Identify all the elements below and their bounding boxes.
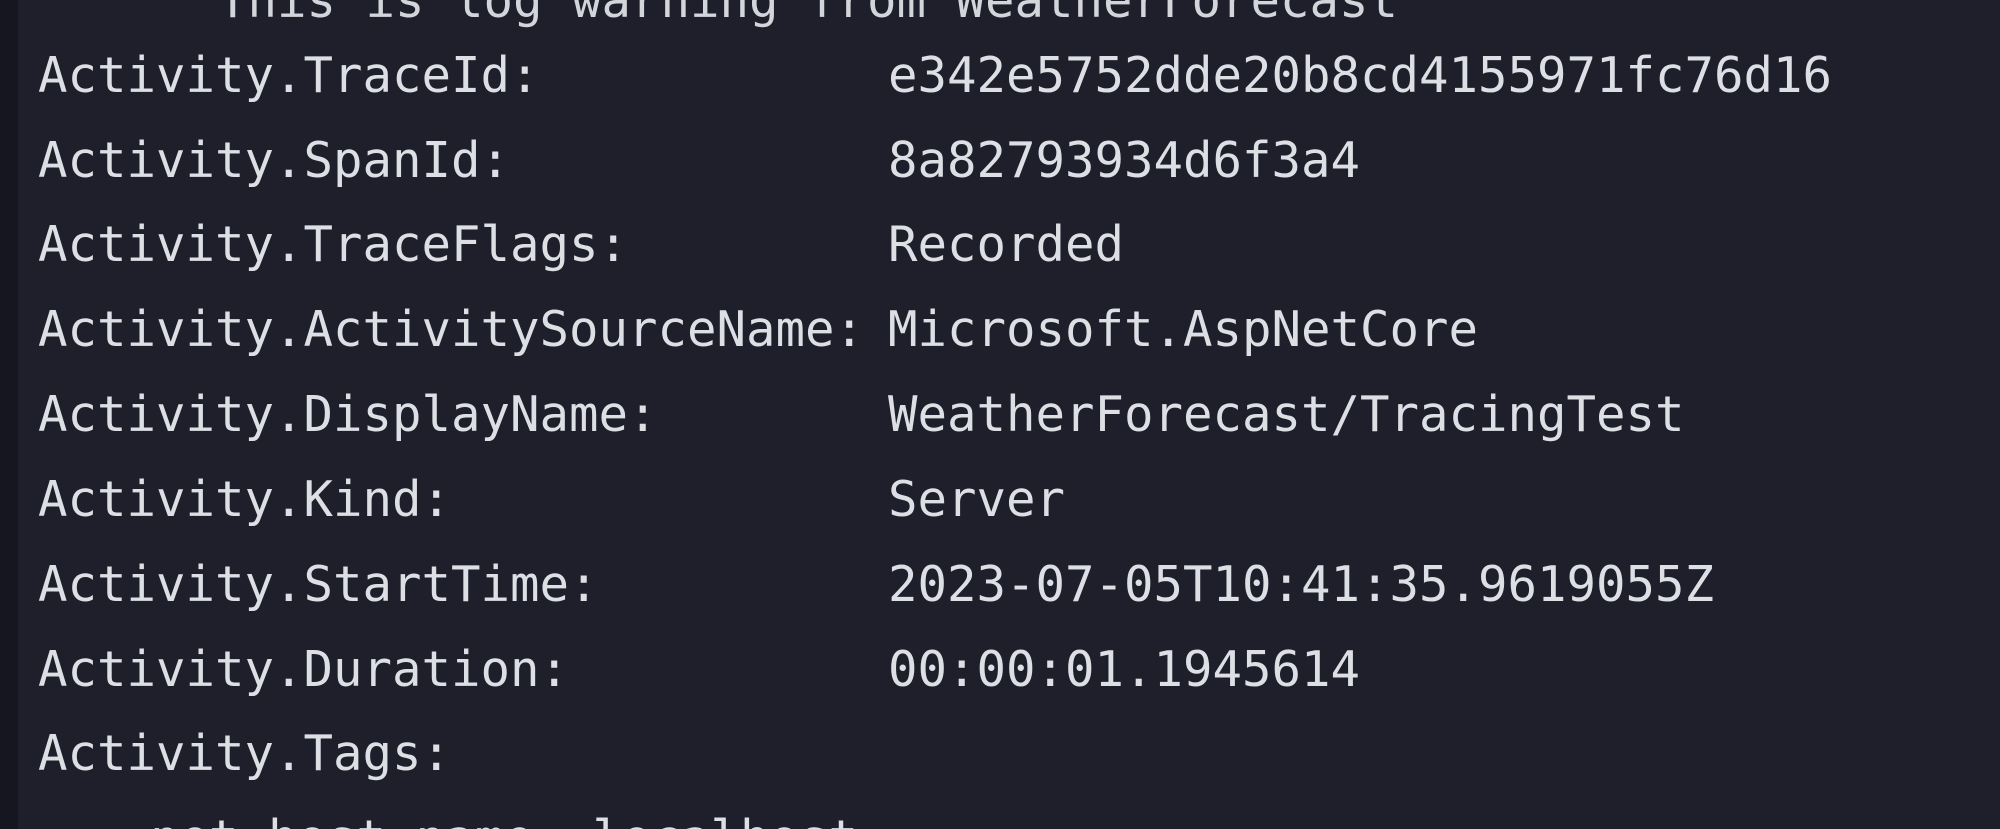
log-value: 00:00:01.1945614 [888, 641, 1361, 698]
log-entry-spanid: Activity.SpanId: 8a82793934d6f3a4 [38, 118, 1360, 203]
log-line-clipped-top: This is log warning from WeatherForecast [218, 0, 1399, 29]
log-key: Activity.StartTime: [38, 556, 599, 613]
log-value: Server [888, 471, 1066, 528]
log-entry-tags: Activity.Tags: [38, 711, 451, 796]
log-value: 2023-07-05T10:41:35.9619055Z [888, 556, 1715, 613]
gutter-divider [0, 0, 18, 829]
log-key: Activity.DisplayName: [38, 386, 658, 443]
log-entry-activitysourcename: Activity.ActivitySourceName: Microsoft.A… [38, 287, 1478, 372]
log-key: Activity.Tags: [38, 725, 452, 782]
log-key: Activity.Duration: [38, 641, 570, 698]
log-line-clipped-bottom: net.host.name: localhost [150, 810, 858, 829]
log-entry-displayname: Activity.DisplayName: WeatherForecast/Tr… [38, 372, 1685, 457]
log-key: Activity.TraceId: [38, 47, 540, 104]
log-key: Activity.Kind: [38, 471, 452, 528]
log-key: Activity.ActivitySourceName: [38, 301, 865, 358]
log-value: 8a82793934d6f3a4 [888, 132, 1361, 189]
log-entry-traceid: Activity.TraceId: e342e5752dde20b8cd4155… [38, 33, 1832, 118]
log-entry-traceflags: Activity.TraceFlags: Recorded [38, 202, 1124, 287]
log-value: Microsoft.AspNetCore [888, 301, 1479, 358]
log-value: WeatherForecast/TracingTest [888, 386, 1685, 443]
log-key: Activity.SpanId: [38, 132, 511, 189]
log-key: Activity.TraceFlags: [38, 216, 629, 273]
log-entry-kind: Activity.Kind: Server [38, 457, 1065, 542]
log-entry-duration: Activity.Duration: 00:00:01.1945614 [38, 627, 1360, 712]
log-value: Recorded [888, 216, 1125, 273]
terminal-output: This is log warning from WeatherForecast… [0, 0, 2000, 829]
log-value: e342e5752dde20b8cd4155971fc76d16 [888, 47, 1833, 104]
log-entry-starttime: Activity.StartTime: 2023-07-05T10:41:35.… [38, 542, 1714, 627]
